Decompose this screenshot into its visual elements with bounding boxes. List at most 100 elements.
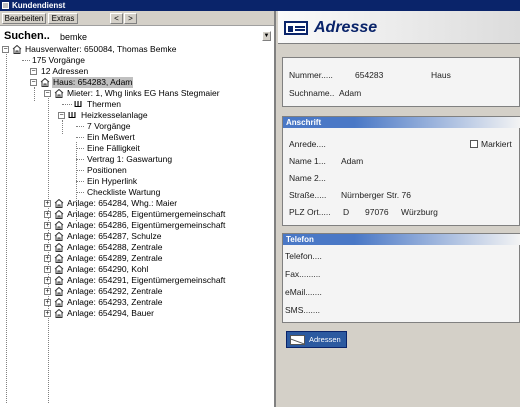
tree-item-label: Hausverwalter: 650084, Thomas Bemke bbox=[25, 44, 177, 54]
markiert-label: Markiert bbox=[481, 139, 512, 149]
plz-field[interactable]: 97076 bbox=[365, 207, 389, 217]
email-label: eMail....... bbox=[285, 287, 322, 297]
collapse-icon[interactable]: − bbox=[30, 79, 37, 86]
plz-ort-label: PLZ Ort..... bbox=[289, 207, 331, 217]
expand-icon[interactable]: + bbox=[44, 299, 51, 306]
sms-label: SMS....... bbox=[285, 305, 320, 315]
house-icon bbox=[54, 89, 64, 98]
expand-icon[interactable]: + bbox=[44, 288, 51, 295]
house-icon bbox=[54, 243, 64, 252]
telefon-panel: Telefon Telefon.... Fax......... eMail..… bbox=[282, 233, 520, 323]
tree-item-label: Anlage: 654291, Eigentümergemeinschaft bbox=[67, 275, 226, 285]
nummer-label: Nummer..... bbox=[289, 70, 333, 80]
tree-item-label: Positionen bbox=[87, 165, 127, 175]
detail-header: Adresse bbox=[278, 11, 520, 44]
suchname-label: Suchname.. bbox=[289, 88, 335, 98]
suchname-field[interactable]: Adam bbox=[339, 88, 361, 98]
extras-menu-button[interactable]: Extras bbox=[48, 13, 78, 24]
tree-item-label: Anlage: 654294, Bauer bbox=[67, 308, 154, 318]
tree-item-label: Anlage: 654286, Eigentümergemeinschaft bbox=[67, 220, 226, 230]
tree-item-label: Anlage: 654284, Whg.: Maier bbox=[67, 198, 178, 208]
tree-item-label: Anlage: 654292, Zentrale bbox=[67, 286, 163, 296]
tree-item-label: Checkliste Wartung bbox=[87, 187, 161, 197]
window-titlebar: Kundendienst bbox=[0, 0, 520, 11]
anschrift-header: Anschrift bbox=[283, 117, 520, 128]
tree-item-label: 12 Adressen bbox=[41, 66, 89, 76]
search-input[interactable]: bemke bbox=[60, 32, 87, 42]
anrede-label: Anrede.... bbox=[289, 139, 326, 149]
tree-item-label: 7 Vorgänge bbox=[87, 121, 131, 131]
house-icon bbox=[54, 309, 64, 318]
house-icon bbox=[54, 287, 64, 296]
expand-icon[interactable]: + bbox=[44, 244, 51, 251]
tree-item-label: Mieter: 1, Whg links EG Hans Stegmaier bbox=[67, 88, 220, 98]
house-icon bbox=[54, 276, 64, 285]
expand-icon[interactable]: + bbox=[44, 211, 51, 218]
tree-item-label: Heizkesselanlage bbox=[81, 110, 148, 120]
expand-icon[interactable]: + bbox=[44, 200, 51, 207]
collapse-icon[interactable]: − bbox=[44, 90, 51, 97]
strasse-field[interactable]: Nürnberger Str. 76 bbox=[341, 190, 411, 200]
house-icon bbox=[54, 199, 64, 208]
window-title: Kundendienst bbox=[12, 1, 66, 10]
expand-icon[interactable]: + bbox=[44, 233, 51, 240]
tree-item-label: Eine Fälligkeit bbox=[87, 143, 140, 153]
nummer-field[interactable]: 654283 bbox=[355, 70, 383, 80]
tree-item-label: Anlage: 654289, Zentrale bbox=[67, 253, 163, 263]
envelope-icon bbox=[290, 335, 305, 345]
tree-item-label: Anlage: 654293, Zentrale bbox=[67, 297, 163, 307]
collapse-icon[interactable]: − bbox=[58, 112, 65, 119]
tree-pane: Bearbeiten Extras < > Suchen.. bemke ▼ −… bbox=[0, 11, 276, 407]
tree-item-label: Vertrag 1: Gaswartung bbox=[87, 154, 173, 164]
name1-label: Name 1... bbox=[289, 156, 326, 166]
collapse-icon[interactable]: − bbox=[30, 68, 37, 75]
house-icon bbox=[54, 298, 64, 307]
telefon-header: Telefon bbox=[283, 234, 520, 245]
tree-item-label: Anlage: 654288, Zentrale bbox=[67, 242, 163, 252]
tree-item-label: Ein Hyperlink bbox=[87, 176, 138, 186]
prev-button[interactable]: < bbox=[110, 13, 123, 24]
house-icon bbox=[54, 232, 64, 241]
tree-item-label: Thermen bbox=[87, 99, 122, 109]
name2-label: Name 2... bbox=[289, 173, 326, 183]
fax-label: Fax......... bbox=[285, 269, 321, 279]
radiator-icon: Ш bbox=[68, 111, 77, 120]
next-button[interactable]: > bbox=[124, 13, 137, 24]
ort-field[interactable]: Würzburg bbox=[401, 207, 438, 217]
anschrift-panel: Anschrift Anrede.... Markiert Name 1... … bbox=[282, 116, 520, 226]
search-label: Suchen.. bbox=[4, 30, 50, 42]
tree-item-label: Anlage: 654290, Kohl bbox=[67, 264, 149, 274]
house-icon bbox=[54, 265, 64, 274]
tree-item-label: Ein Meßwert bbox=[87, 132, 135, 142]
search-dropdown-button[interactable]: ▼ bbox=[262, 31, 271, 41]
land-field[interactable]: D bbox=[343, 207, 349, 217]
house-icon bbox=[40, 78, 50, 87]
markiert-checkbox[interactable] bbox=[470, 140, 478, 148]
expand-icon[interactable]: + bbox=[44, 310, 51, 317]
tree-item-label: Haus: 654283, Adam bbox=[52, 77, 134, 88]
house-icon bbox=[54, 221, 64, 230]
toolbar: Bearbeiten Extras < > bbox=[0, 11, 274, 26]
name1-field[interactable]: Adam bbox=[341, 156, 363, 166]
identity-panel: Nummer..... 654283 Haus Suchname.. Adam bbox=[282, 57, 520, 107]
strasse-label: Straße..... bbox=[289, 190, 327, 200]
house-icon bbox=[54, 254, 64, 263]
type-field[interactable]: Haus bbox=[431, 70, 451, 80]
expand-icon[interactable]: + bbox=[44, 255, 51, 262]
edit-menu-button[interactable]: Bearbeiten bbox=[2, 13, 46, 24]
house-icon bbox=[54, 210, 64, 219]
tree-item-label: Anlage: 654285, Eigentümergemeinschaft bbox=[67, 209, 226, 219]
detail-pane: Adresse Nummer..... 654283 Haus Suchname… bbox=[278, 11, 520, 407]
expand-icon[interactable]: + bbox=[44, 277, 51, 284]
app-icon bbox=[2, 2, 9, 9]
adressen-button-label: Adressen bbox=[309, 335, 341, 344]
expand-icon[interactable]: + bbox=[44, 266, 51, 273]
tree-item-label: 175 Vorgänge bbox=[32, 55, 85, 65]
adressen-button[interactable]: Adressen bbox=[286, 331, 347, 348]
collapse-icon[interactable]: − bbox=[2, 46, 9, 53]
expand-icon[interactable]: + bbox=[44, 222, 51, 229]
tree-item-label: Anlage: 654287, Schulze bbox=[67, 231, 162, 241]
telefon-label: Telefon.... bbox=[285, 251, 322, 261]
detail-title: Adresse bbox=[314, 19, 378, 36]
address-card-icon bbox=[284, 21, 308, 35]
